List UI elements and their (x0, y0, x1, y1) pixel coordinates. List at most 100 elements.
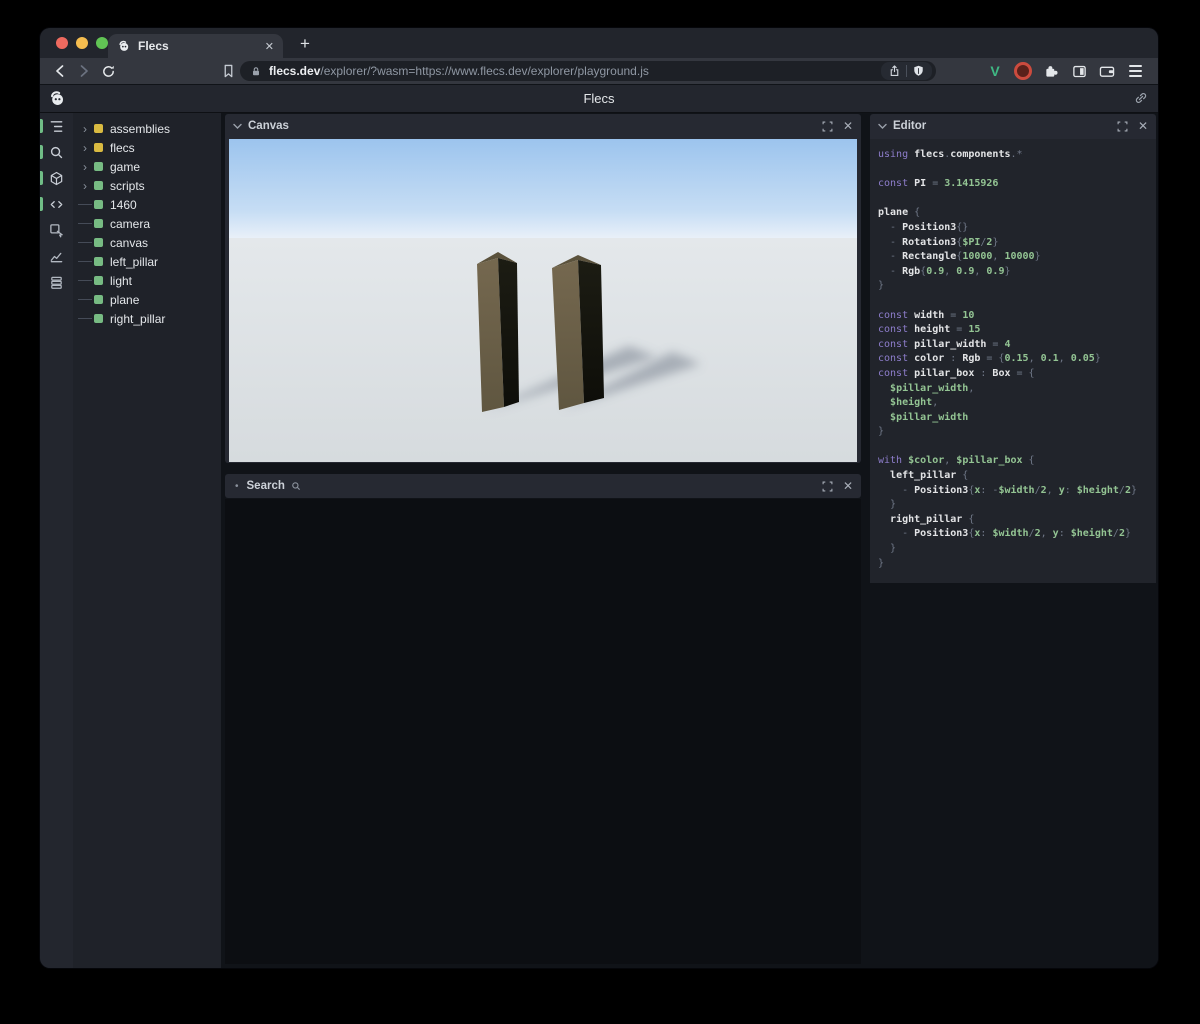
code-token: $pillar_width (890, 382, 969, 394)
tab-strip: Flecs ✕ + (40, 28, 1158, 58)
vue-devtools-icon[interactable]: V (986, 62, 1004, 80)
code-token: } (878, 280, 885, 292)
fullscreen-icon[interactable] (822, 121, 833, 132)
code-token: : (980, 528, 993, 540)
tree-item-1460[interactable]: 1460 (73, 195, 221, 214)
browser-toolbar: flecs.dev/explorer/?wasm=https://www.fle… (40, 58, 1158, 85)
close-icon[interactable]: ✕ (843, 119, 853, 133)
search-panel-title: Search (246, 480, 285, 492)
code-token: const (878, 353, 909, 365)
back-icon[interactable] (50, 61, 70, 81)
share-icon[interactable] (888, 64, 901, 78)
code-token: color (914, 353, 945, 365)
sidebar-item-tree-view[interactable] (40, 113, 73, 139)
code-token: const (878, 178, 909, 190)
tree-item-light[interactable]: light (73, 271, 221, 290)
sidebar-item-inspect[interactable] (40, 217, 73, 243)
extension-icons: V (986, 61, 1144, 81)
expand-chevron-icon[interactable]: › (77, 161, 94, 173)
code-token: Position3 (902, 221, 957, 233)
code-token: pillar_box (914, 367, 975, 379)
active-indicator (40, 145, 43, 159)
url-domain: flecs.dev (269, 64, 321, 78)
content-area: Canvas ✕ • Search ✕ Editor ✕ using flecs… (221, 113, 1158, 968)
code-token: = (986, 338, 1005, 350)
expand-chevron-icon[interactable]: › (77, 180, 94, 192)
sidebar-item-data[interactable] (40, 269, 73, 295)
fullscreen-icon[interactable] (822, 481, 833, 492)
url-bar[interactable]: flecs.dev/explorer/?wasm=https://www.fle… (240, 61, 936, 81)
blocker-icon[interactable] (1014, 62, 1032, 80)
tree-item-scripts[interactable]: › scripts (73, 176, 221, 195)
code-token: const (878, 338, 909, 350)
code-token: 0.9 (926, 265, 945, 277)
tree-item-assemblies[interactable]: › assemblies (73, 119, 221, 138)
tab-title: Flecs (138, 39, 169, 53)
page-title: Flecs (583, 91, 615, 106)
code-token: - (890, 251, 903, 263)
chevron-down-icon[interactable] (233, 123, 242, 130)
sidebar-item-search[interactable] (40, 139, 73, 165)
expand-chevron-icon[interactable]: › (77, 142, 94, 154)
tree-item-flecs[interactable]: › flecs (73, 138, 221, 157)
entity-color-square (94, 162, 103, 171)
wallet-icon[interactable] (1098, 62, 1116, 80)
code-token: $pillar_width (890, 411, 969, 423)
code-line: $pillar_width (878, 411, 1156, 426)
search-panel-header: • Search ✕ (225, 474, 861, 498)
code-line: const PI = 3.1415926 (878, 177, 1156, 192)
3d-viewport[interactable] (229, 139, 857, 462)
shield-icon[interactable] (912, 64, 925, 78)
zoom-window-button[interactable] (96, 37, 108, 49)
link-icon[interactable] (1134, 91, 1148, 110)
tree-connector (77, 204, 94, 205)
code-token: = (950, 324, 969, 336)
code-token: Rectangle (902, 251, 957, 263)
tree-item-camera[interactable]: camera (73, 214, 221, 233)
new-tab-button[interactable]: + (292, 32, 318, 56)
sidebar-item-stats[interactable] (40, 243, 73, 269)
chevron-down-icon[interactable] (878, 123, 887, 130)
fullscreen-icon[interactable] (1117, 121, 1128, 132)
sidebar-item-entities[interactable] (40, 165, 73, 191)
code-token: using (878, 149, 909, 160)
expand-chevron-icon[interactable]: › (77, 123, 94, 135)
tree-item-canvas[interactable]: canvas (73, 233, 221, 252)
code-token: Position3 (914, 528, 969, 540)
reload-icon[interactable] (98, 61, 118, 81)
tree-item-game[interactable]: › game (73, 157, 221, 176)
forward-icon[interactable] (74, 61, 94, 81)
code-line: $height, (878, 396, 1156, 411)
code-token: $height (1076, 484, 1119, 496)
extensions-puzzle-icon[interactable] (1042, 62, 1060, 80)
code-token: { (908, 207, 921, 219)
search-results-area[interactable] (225, 499, 861, 964)
code-token: , (1028, 353, 1041, 365)
code-token: right_pillar (890, 513, 963, 525)
code-line: const pillar_width = 4 (878, 338, 1156, 353)
bookmark-icon[interactable] (218, 61, 238, 81)
code-token: } (992, 236, 999, 248)
tab-close-icon[interactable]: ✕ (265, 40, 274, 53)
tree-item-left_pillar[interactable]: left_pillar (73, 252, 221, 271)
tree-item-right_pillar[interactable]: right_pillar (73, 309, 221, 328)
close-window-button[interactable] (56, 37, 68, 49)
code-editor[interactable]: using flecs.components.* const PI = 3.14… (870, 139, 1156, 583)
code-line: plane { (878, 206, 1156, 221)
side-panel-icon[interactable] (1070, 62, 1088, 80)
browser-tab[interactable]: Flecs ✕ (108, 34, 283, 58)
menu-icon[interactable] (1126, 62, 1144, 80)
close-icon[interactable]: ✕ (1138, 119, 1148, 133)
close-icon[interactable]: ✕ (843, 479, 853, 493)
minimize-window-button[interactable] (76, 37, 88, 49)
bullet-icon[interactable]: • (235, 481, 239, 492)
code-token: : - (980, 484, 999, 496)
code-token: plane (878, 207, 909, 219)
tree-item-plane[interactable]: plane (73, 290, 221, 309)
sidebar-item-code[interactable] (40, 191, 73, 217)
code-token: = { (1010, 367, 1035, 379)
